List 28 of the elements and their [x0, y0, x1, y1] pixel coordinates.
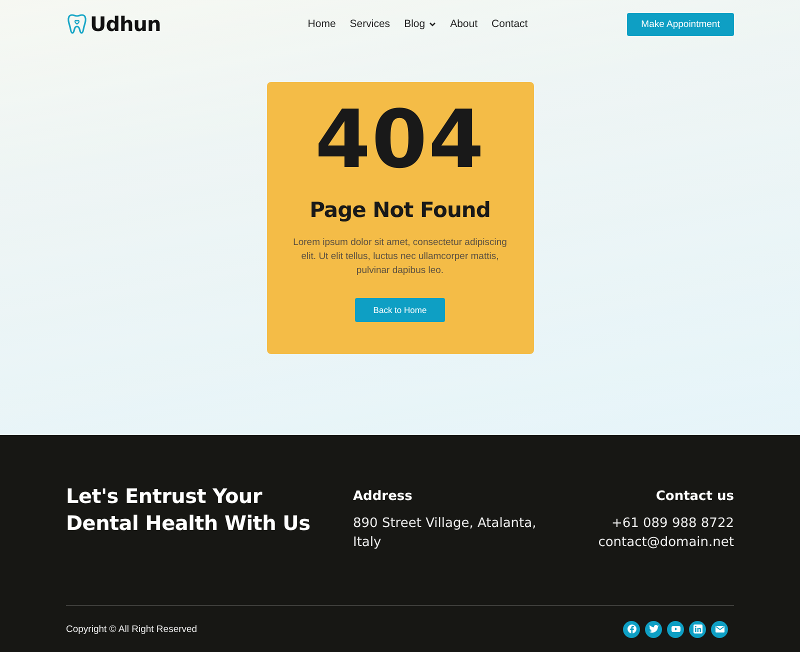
social-link[interactable]: [667, 620, 684, 638]
error-title: Page Not Found: [310, 198, 490, 222]
error-description: Lorem ipsum dolor sit amet, consectetur adipiscing elit. Ut elit tellus, luctus nec ullamcorper mattis, pulvinar dapibus leo.: [292, 236, 508, 278]
brand-name: Udhun: [90, 12, 161, 36]
contact-heading: Contact us: [654, 488, 734, 504]
phone-number: +61 089 988 8722: [610, 515, 734, 533]
youtube-icon: [670, 624, 680, 634]
tooth-logo-icon: [66, 13, 88, 35]
email-address: contact@domain.net: [598, 534, 734, 552]
address-heading: Address: [353, 488, 414, 504]
facebook-icon: [626, 624, 636, 634]
envelope-icon: [714, 624, 724, 634]
linkedin-icon: [692, 624, 702, 634]
twitter-icon: [648, 624, 658, 634]
social-link[interactable]: [689, 620, 706, 638]
address-text: 890 Street Village, Atalanta, Italy: [353, 515, 538, 552]
copyright-text: Copyright © All Right Reserved: [66, 624, 198, 634]
nav-link[interactable]: Home: [300, 18, 343, 30]
social-link[interactable]: [623, 620, 640, 638]
nav-link[interactable]: Blog: [397, 18, 444, 30]
error-code: 404: [315, 100, 485, 180]
social-link[interactable]: [711, 620, 728, 638]
social-link[interactable]: [645, 620, 662, 638]
nav-link[interactable]: Contact: [484, 18, 535, 30]
nav-link[interactable]: About: [443, 18, 485, 30]
nav-link[interactable]: Services: [342, 18, 398, 30]
footer-tagline: Let's Entrust Your Dental Health With Us: [66, 483, 312, 537]
chevron-down-icon: [429, 22, 436, 26]
